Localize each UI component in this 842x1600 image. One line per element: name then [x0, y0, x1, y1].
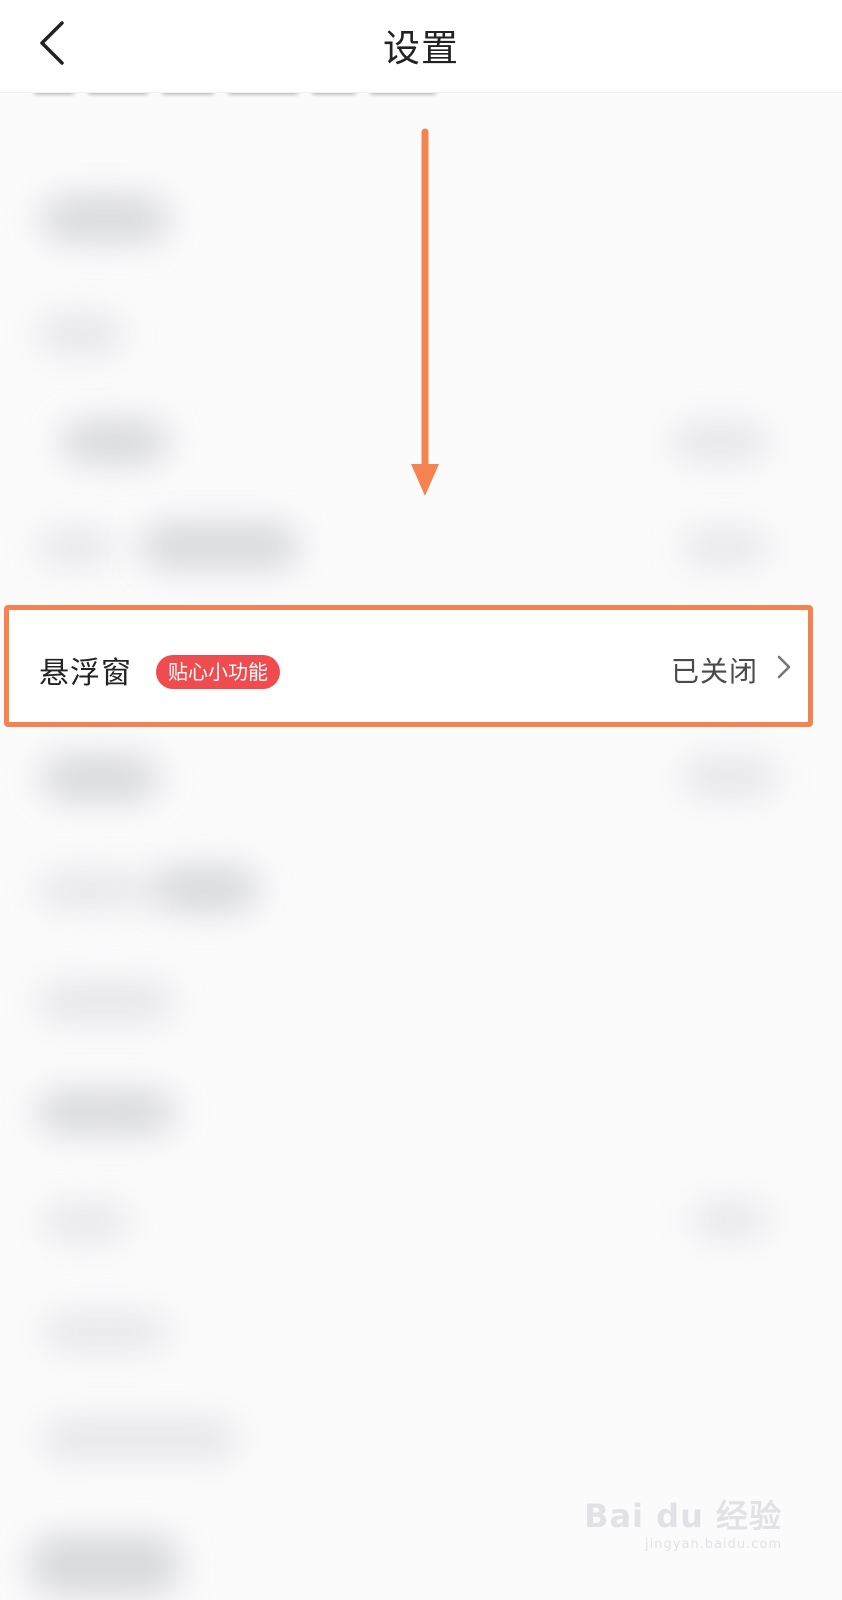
- header-bar: 设置: [0, 0, 842, 93]
- floating-window-setting-row[interactable]: 悬浮窗 贴心小功能 已关闭: [4, 605, 813, 727]
- floating-window-label: 悬浮窗: [39, 656, 132, 691]
- blurred-list-row: [0, 495, 842, 605]
- settings-page: 设置 悬浮窗 贴心小功能 已关闭 Bai du 经验 jingyan.baidu…: [0, 0, 842, 1600]
- blurred-list-row: [0, 1170, 842, 1280]
- arrow-down-annotation-icon: [411, 128, 439, 496]
- page-title: 设置: [383, 27, 459, 70]
- blurred-list-row: [0, 1385, 842, 1495]
- blurred-list-row: [0, 950, 842, 1060]
- blurred-list-row: [0, 1060, 842, 1170]
- baidu-jingyan-watermark: Bai du 经验 jingyan.baidu.com: [584, 1491, 782, 1552]
- watermark-logo: Bai du 经验: [584, 1497, 782, 1535]
- feature-badge: 贴心小功能: [156, 655, 280, 689]
- chevron-right-icon: [777, 655, 791, 679]
- blurred-list-row: [0, 1280, 842, 1390]
- watermark-url: jingyan.baidu.com: [645, 1537, 782, 1552]
- blurred-list-row: [0, 725, 842, 835]
- blurred-list-row: [0, 840, 842, 950]
- floating-window-status: 已关闭: [670, 655, 758, 688]
